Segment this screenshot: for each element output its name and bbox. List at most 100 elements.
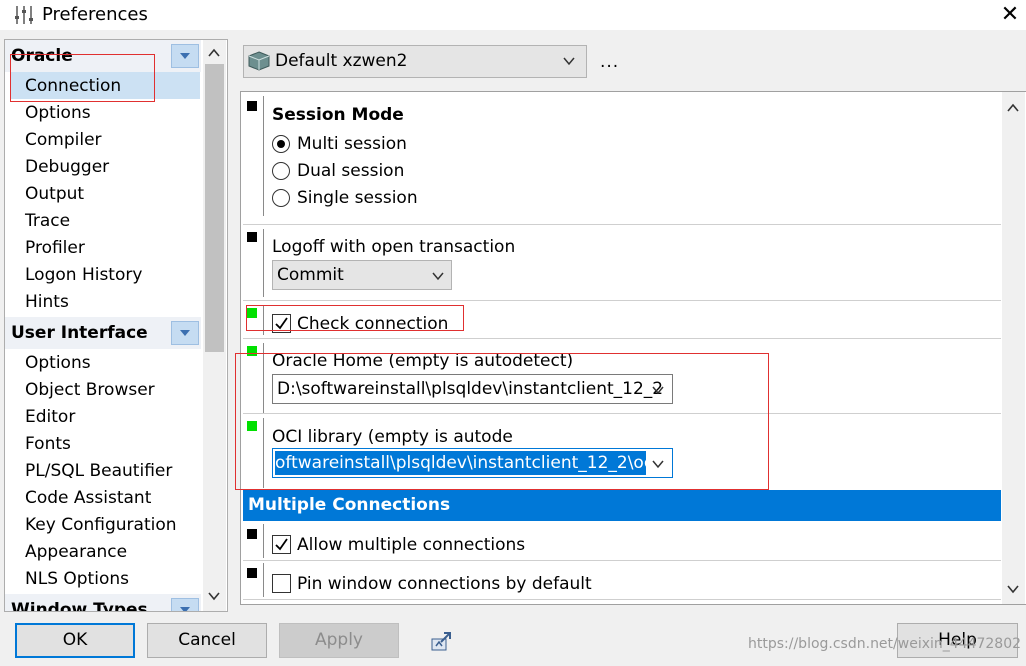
pin-window-connections-label[interactable]: Pin window connections by default [297, 574, 592, 594]
preferences-tree[interactable]: Oracle Connection Options Compiler Debug… [4, 39, 228, 612]
tree-item-object-browser[interactable]: Object Browser [25, 378, 155, 402]
tree-item-appearance[interactable]: Appearance [25, 540, 127, 564]
separator [243, 413, 1001, 414]
import-export-icon[interactable] [430, 630, 454, 652]
tree-item-hints[interactable]: Hints [25, 290, 69, 314]
collapse-toggle-icon[interactable] [171, 44, 199, 68]
tree-item-logon-history[interactable]: Logon History [25, 263, 142, 287]
oracle-home-label: Oracle Home (empty is autodetect) [272, 351, 574, 371]
collapse-toggle-icon[interactable] [171, 598, 199, 611]
allow-multiple-connections-checkbox[interactable] [272, 535, 291, 554]
section-divider [263, 343, 264, 413]
tree-item-profiler[interactable]: Profiler [25, 236, 85, 260]
radio-multi-session[interactable] [272, 135, 290, 153]
profile-value: Default xzwen2 [275, 51, 408, 71]
tree-group-label: Window Types [11, 600, 148, 612]
section-divider [263, 524, 264, 558]
section-divider [263, 418, 264, 488]
tree-item-debugger[interactable]: Debugger [25, 155, 109, 179]
chevron-down-icon [432, 272, 444, 281]
logoff-select[interactable]: Commit [272, 260, 452, 290]
tree-group-user-interface[interactable]: User Interface [5, 317, 201, 349]
tree-item-trace[interactable]: Trace [25, 209, 70, 233]
tree-item-key-configuration[interactable]: Key Configuration [25, 513, 177, 537]
tree-scrollbar[interactable] [203, 40, 226, 611]
tree-group-label: Oracle [11, 46, 73, 66]
session-mode-title: Session Mode [272, 105, 404, 125]
logoff-label: Logoff with open transaction [272, 237, 516, 257]
oracle-home-value: D:\softwareinstall\plsqldev\instantclien… [277, 379, 664, 399]
separator [243, 338, 1001, 339]
chevron-down-icon [652, 386, 664, 395]
separator [243, 599, 1001, 600]
radio-dual-session[interactable] [272, 162, 290, 180]
radio-single-session[interactable] [272, 189, 290, 207]
separator [243, 560, 1001, 561]
scroll-up-icon[interactable] [1007, 102, 1019, 114]
tree-group-window-types[interactable]: Window Types [5, 594, 201, 612]
scroll-down-icon[interactable] [208, 590, 220, 602]
status-indicator [247, 232, 257, 242]
allow-multiple-connections-label[interactable]: Allow multiple connections [297, 535, 525, 555]
radio-label-dual-session[interactable]: Dual session [297, 161, 404, 181]
status-indicator [247, 529, 257, 539]
radio-label-single-session[interactable]: Single session [297, 188, 418, 208]
oci-library-value: oftwareinstall\plsqldev\instantclient_12… [275, 453, 646, 473]
title-bar: Preferences ✕ [0, 0, 1026, 30]
tree-group-label: User Interface [11, 323, 148, 343]
tree-item-code-assistant[interactable]: Code Assistant [25, 486, 151, 510]
chevron-down-icon [652, 460, 664, 469]
tree-item-connection[interactable]: Connection [25, 74, 121, 98]
more-options-button[interactable]: ... [600, 52, 619, 72]
scroll-down-icon[interactable] [1007, 583, 1019, 595]
tree-scroll-thumb[interactable] [205, 64, 224, 352]
watermark-text: https://blog.csdn.net/weixin_44472802 [748, 636, 1022, 652]
status-indicator [247, 568, 257, 578]
collapse-toggle-icon[interactable] [171, 321, 199, 345]
check-connection-label[interactable]: Check connection [297, 314, 448, 334]
tree-item-ui-options[interactable]: Options [25, 351, 91, 375]
close-icon[interactable]: ✕ [996, 2, 1024, 28]
check-connection-checkbox[interactable] [272, 314, 291, 333]
settings-panel: Session Mode Multi session Dual session … [240, 91, 1026, 605]
panel-scrollbar[interactable] [1002, 92, 1025, 604]
status-indicator-green [247, 346, 257, 356]
oracle-home-select[interactable]: D:\softwareinstall\plsqldev\instantclien… [272, 374, 673, 404]
tree-item-editor[interactable]: Editor [25, 405, 75, 429]
chevron-down-icon [563, 57, 575, 66]
multiple-connections-header: Multiple Connections [243, 490, 1001, 521]
preferences-app-icon [15, 6, 33, 24]
separator [243, 224, 1001, 225]
tree-item-output[interactable]: Output [25, 182, 84, 206]
separator [243, 300, 1001, 301]
tree-item-nls-options[interactable]: NLS Options [25, 567, 129, 591]
section-divider [263, 96, 264, 216]
status-indicator [247, 101, 257, 111]
status-indicator-green [247, 421, 257, 431]
ok-button[interactable]: OK [15, 623, 135, 658]
tree-item-options[interactable]: Options [25, 101, 91, 125]
pin-window-connections-checkbox[interactable] [272, 574, 291, 593]
oci-library-label: OCI library (empty is autodetec [272, 427, 512, 447]
connection-profile-select[interactable]: Default xzwen2 [243, 45, 587, 78]
window-title: Preferences [42, 4, 148, 25]
tree-item-plsql-beautifier[interactable]: PL/SQL Beautifier [25, 459, 172, 483]
section-divider [263, 229, 264, 297]
status-indicator-green [247, 308, 257, 318]
database-profile-icon [248, 51, 270, 71]
scroll-up-icon[interactable] [208, 47, 220, 59]
tree-group-oracle[interactable]: Oracle [5, 40, 201, 72]
section-divider [263, 305, 264, 335]
section-divider [263, 563, 264, 597]
checkmark-icon [275, 317, 288, 330]
logoff-value: Commit [277, 265, 344, 285]
tree-item-fonts[interactable]: Fonts [25, 432, 71, 456]
oci-library-select[interactable]: oftwareinstall\plsqldev\instantclient_12… [272, 448, 673, 478]
apply-button[interactable]: Apply [279, 623, 399, 658]
cancel-button[interactable]: Cancel [147, 623, 267, 658]
checkmark-icon [275, 538, 288, 551]
radio-label-multi-session[interactable]: Multi session [297, 134, 407, 154]
oci-library-selection: oftwareinstall\plsqldev\instantclient_12… [275, 451, 646, 475]
tree-item-compiler[interactable]: Compiler [25, 128, 102, 152]
multiple-connections-title: Multiple Connections [248, 495, 451, 515]
